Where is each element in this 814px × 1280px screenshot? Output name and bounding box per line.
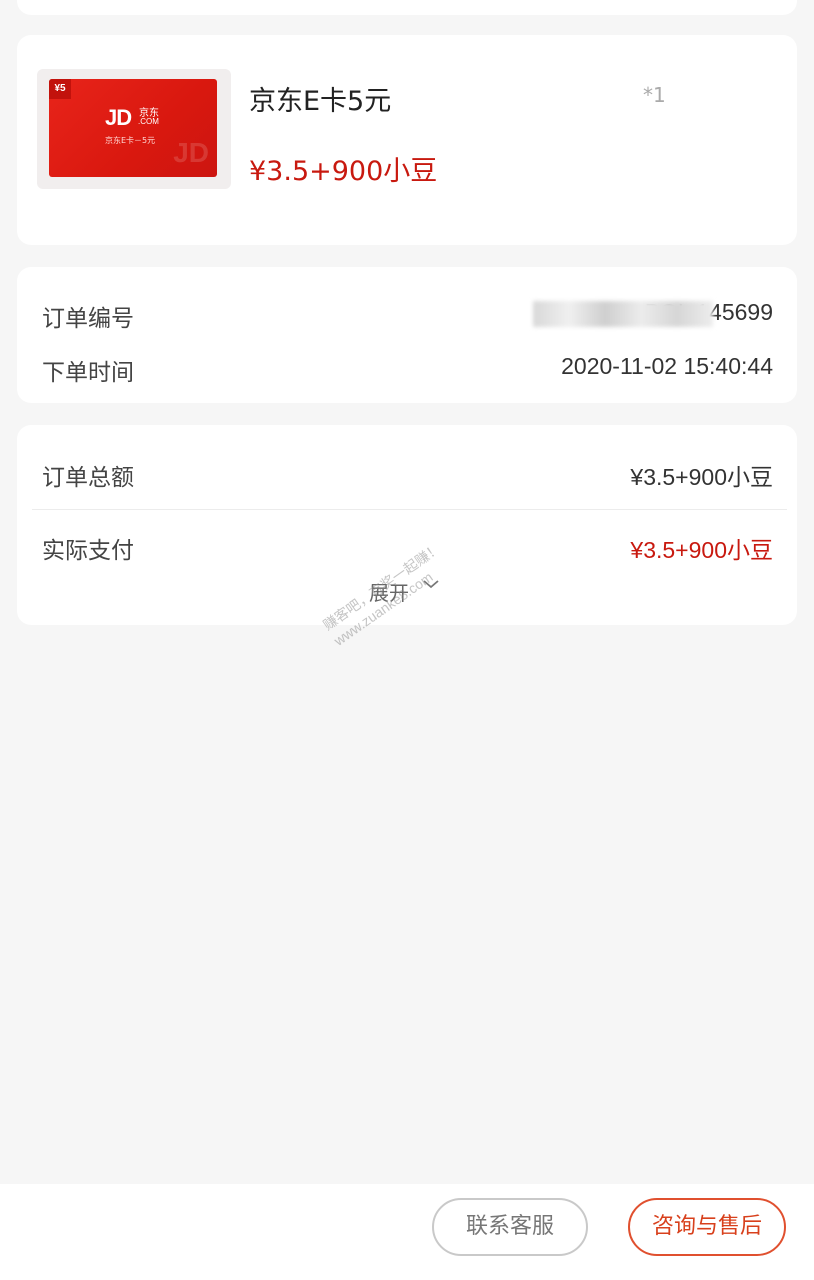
actual-payment-value: ¥3.5+900小豆 bbox=[630, 537, 773, 563]
order-number-value[interactable]: BOL 145699 bbox=[493, 299, 773, 329]
product-title[interactable]: 京东E卡5元 bbox=[249, 79, 391, 118]
bottom-action-bar: 联系客服 咨询与售后 bbox=[0, 1184, 814, 1280]
jd-e-card-image: ¥5 JD 京东 .COM 京东E卡－5元 JD bbox=[49, 79, 217, 177]
divider bbox=[32, 509, 787, 510]
product-price: ¥3.5+900小豆 bbox=[249, 156, 438, 187]
jd-logo: JD bbox=[105, 105, 132, 130]
order-number-label: 订单编号 bbox=[42, 306, 134, 332]
value-badge: ¥5 bbox=[49, 79, 71, 99]
order-number-redaction bbox=[533, 301, 713, 327]
previous-section-card bbox=[17, 0, 797, 15]
after-sales-button[interactable]: 咨询与售后 bbox=[628, 1198, 786, 1256]
card-watermark-logo: JD bbox=[173, 137, 209, 168]
order-time-label: 下单时间 bbox=[42, 360, 134, 386]
card-subtitle: 京东E卡－5元 bbox=[105, 136, 156, 145]
order-time-value: 2020-11-02 15:40:44 bbox=[561, 353, 773, 379]
order-total-value: ¥3.5+900小豆 bbox=[630, 464, 773, 490]
product-quantity: *1 bbox=[643, 83, 666, 107]
order-info-card: 订单编号 BOL 145699 下单时间 2020-11-02 15:40:44 bbox=[17, 267, 797, 403]
product-card[interactable]: ¥5 JD 京东 .COM 京东E卡－5元 JD 京东E卡5元 *1 ¥3.5+… bbox=[17, 35, 797, 245]
customer-service-button[interactable]: 联系客服 bbox=[432, 1198, 588, 1256]
order-total-label: 订单总额 bbox=[42, 465, 134, 491]
jd-logo-com: .COM bbox=[138, 117, 159, 126]
product-thumbnail[interactable]: ¥5 JD 京东 .COM 京东E卡－5元 JD bbox=[37, 69, 231, 189]
actual-payment-label: 实际支付 bbox=[42, 538, 134, 564]
